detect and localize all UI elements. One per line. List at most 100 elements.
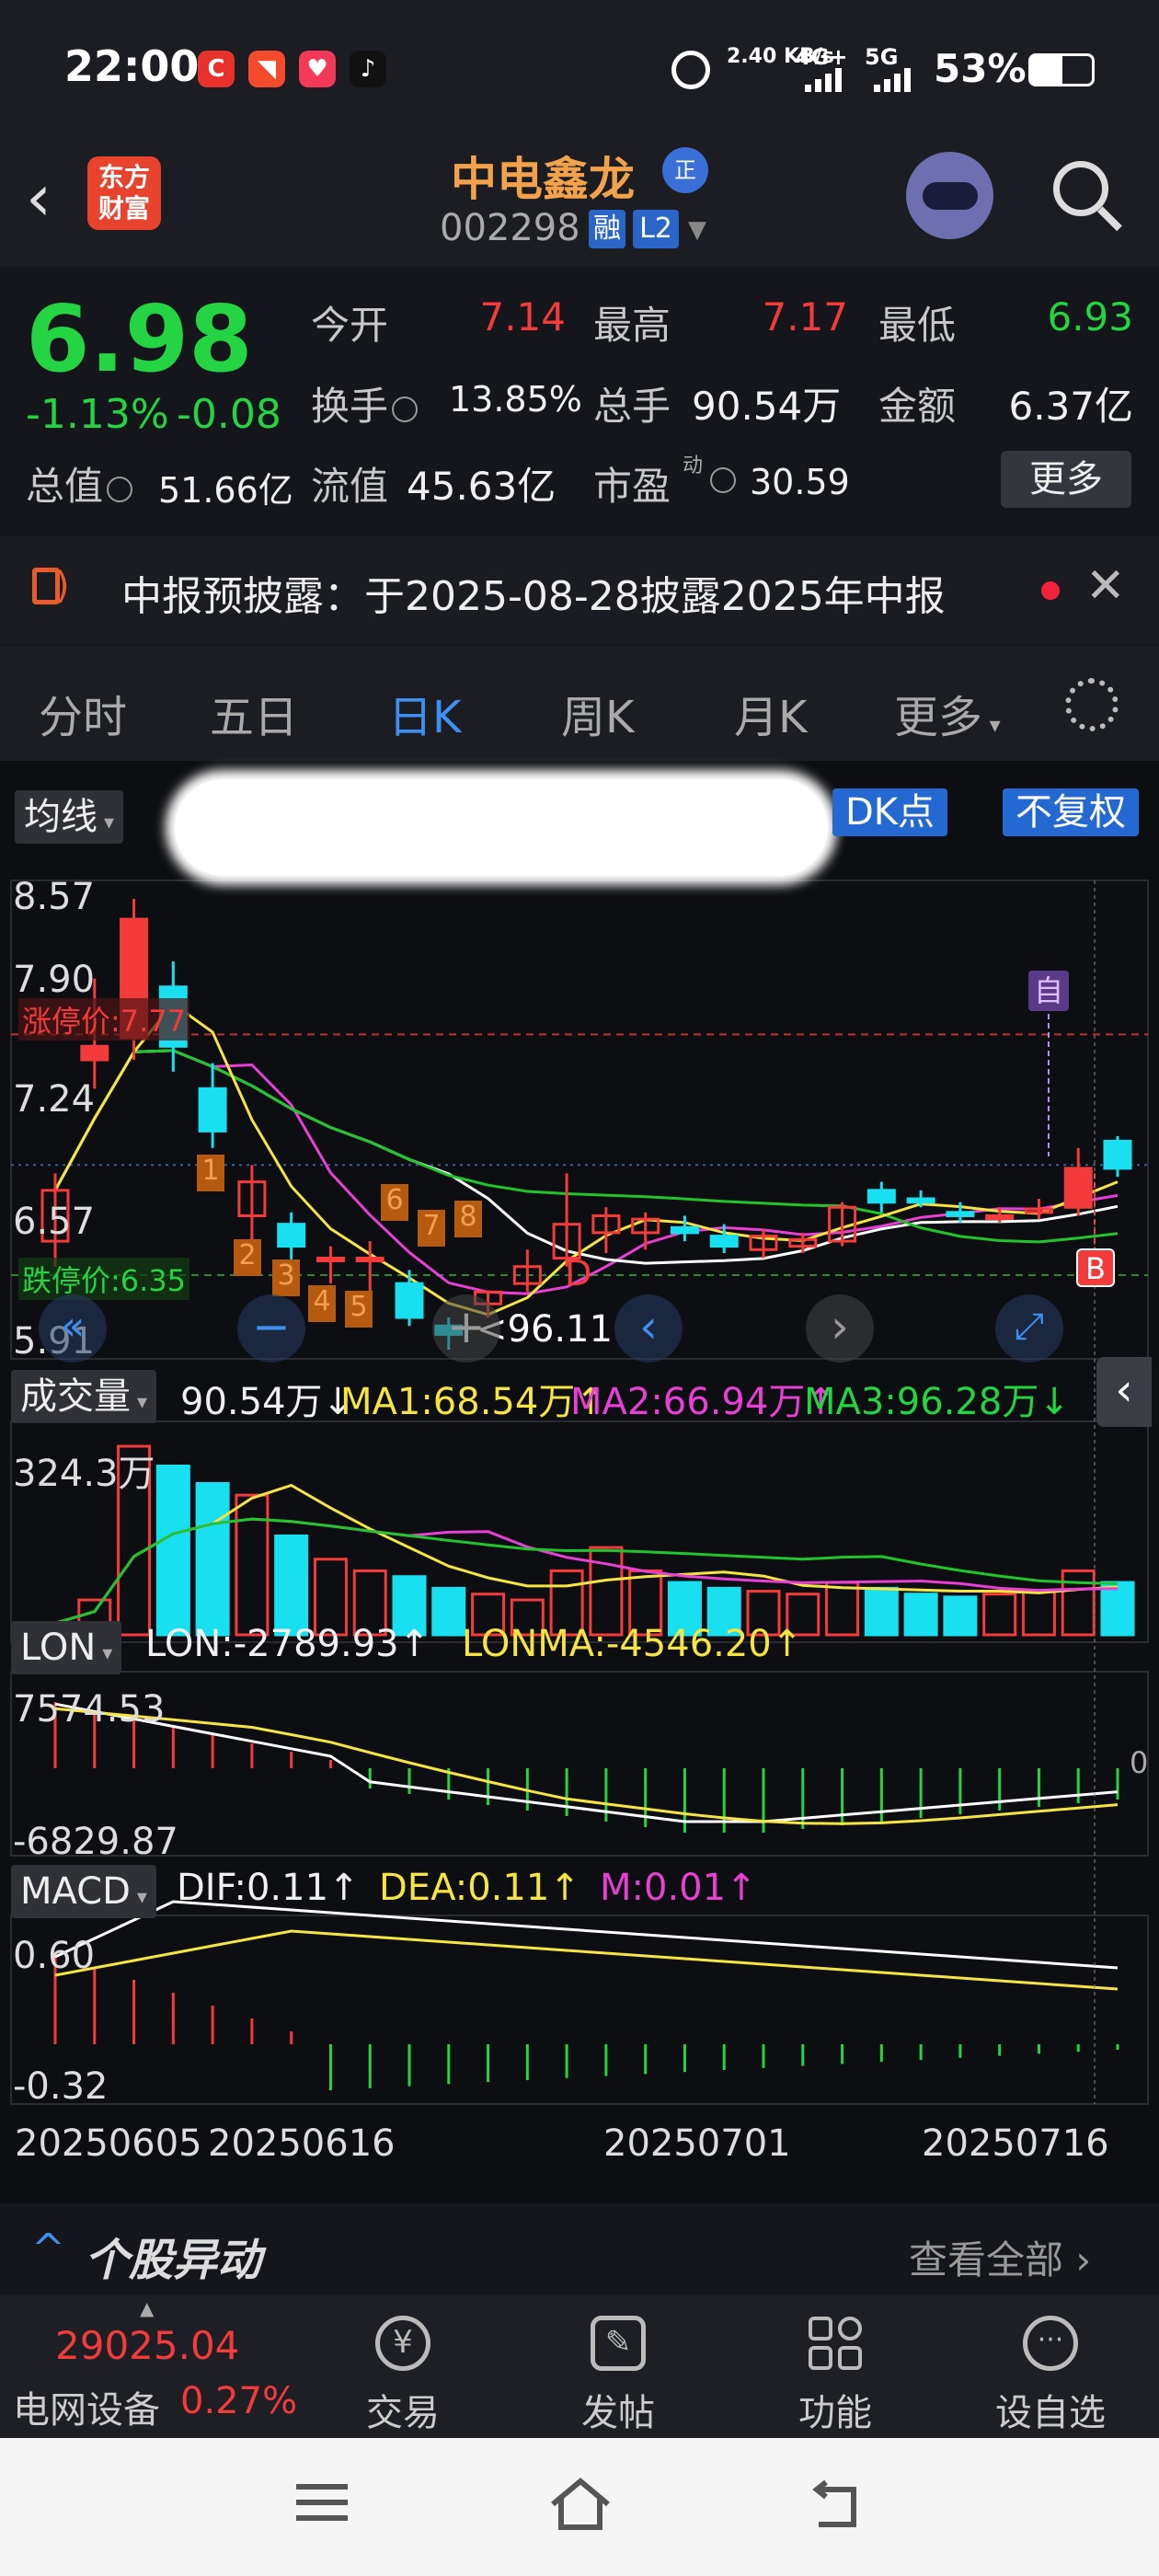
stock-movers-bar[interactable]: ^ 个股异动 查看全部 › xyxy=(0,2203,1159,2295)
home-icon[interactable] xyxy=(548,2477,613,2532)
tab-weekly-k[interactable]: 周K xyxy=(561,681,634,745)
fullscreen-icon[interactable]: ⤢ xyxy=(995,1294,1063,1363)
stock-name: 中电鑫龙 xyxy=(451,153,635,206)
scroll-left-icon[interactable]: ‹ xyxy=(614,1294,683,1363)
tab-monthly-k[interactable]: 月K xyxy=(734,681,807,745)
scroll-left-fast-icon[interactable]: « xyxy=(39,1294,107,1363)
stock-header: ‹ 东方 财富 中电鑫龙 正 002298 融 L2 ▼ xyxy=(0,138,1159,267)
macd-indicator-select[interactable]: MACD ▾ xyxy=(11,1865,156,1918)
volume-bar xyxy=(943,1595,978,1637)
post-icon[interactable]: ✎ xyxy=(591,2316,646,2371)
no-adjust-button[interactable]: 不复权 xyxy=(1003,788,1139,836)
triangle-up-icon: ▲ xyxy=(140,2297,155,2319)
kline-chart[interactable] xyxy=(0,761,1159,2203)
tab-intraday[interactable]: 分时 xyxy=(39,681,127,745)
view-all-link[interactable]: 查看全部 › xyxy=(909,2229,1091,2285)
kline-chart-area[interactable]: 均线 ▾ DK点 不复权 8.57 7.90 7.24 6.57 5.91 涨停… xyxy=(0,761,1159,2203)
candle-body xyxy=(709,1235,739,1248)
candle-body xyxy=(316,1257,345,1263)
back-nav-icon[interactable] xyxy=(808,2478,863,2530)
tab-daily-k[interactable]: 日K xyxy=(388,681,461,745)
volume-value-label: 90.54万↓ xyxy=(180,1381,354,1423)
open-label: 今开 xyxy=(311,303,389,348)
stock-code[interactable]: 002298 xyxy=(440,207,580,249)
candle-body xyxy=(1103,1139,1132,1170)
x-date: 20250605 xyxy=(15,2122,202,2165)
zoom-out-icon[interactable]: − xyxy=(237,1294,305,1363)
zoom-in-icon[interactable]: + xyxy=(432,1294,500,1363)
info-icon xyxy=(392,396,419,422)
vol-ma2-label: MA2:66.94万↑ xyxy=(570,1381,836,1423)
volume-bar xyxy=(195,1481,230,1637)
candle-body xyxy=(906,1197,935,1204)
y-tick: 7.24 xyxy=(13,1078,96,1121)
x-date: 20250616 xyxy=(208,2122,396,2165)
trade-icon[interactable]: ¥ xyxy=(375,2316,430,2371)
back-icon[interactable]: ‹ xyxy=(26,166,52,230)
pe-label: 市盈 xyxy=(593,464,671,509)
volume-value: 90.54万 xyxy=(692,384,842,429)
self-select-marker[interactable]: 自 xyxy=(1028,971,1069,1011)
index-name[interactable]: 电网设备 xyxy=(13,2380,160,2433)
add-watchlist-icon[interactable]: ··· xyxy=(1023,2316,1078,2371)
y-tick: 8.57 xyxy=(13,876,96,918)
index-value[interactable]: 29025.04 xyxy=(55,2323,239,2368)
add-watchlist-button[interactable]: 设自选 xyxy=(986,2383,1115,2436)
low-value: 6.93 xyxy=(1047,294,1133,339)
candle-body xyxy=(355,1257,384,1263)
limit-up-label: 涨停价:7.77 xyxy=(18,998,190,1041)
x-date: 20250716 xyxy=(922,2122,1109,2165)
volume-indicator-select[interactable]: 成交量 ▾ xyxy=(11,1370,157,1423)
count-label: 1 xyxy=(197,1155,224,1191)
count-label: 5 xyxy=(345,1291,373,1328)
ma-select-button[interactable]: 均线 ▾ xyxy=(15,790,124,844)
battery-percent: 53% xyxy=(934,46,1027,91)
menu-icon[interactable] xyxy=(296,2482,348,2523)
lon-line xyxy=(54,1702,1119,1823)
close-icon[interactable]: ✕ xyxy=(1085,558,1126,614)
x-date: 20250701 xyxy=(603,2122,791,2165)
dk-point-button[interactable]: DK点 xyxy=(832,788,948,836)
notice-bar[interactable]: ) 中报预披露：于2025-08-28披露2025年中报 ✕ xyxy=(0,535,1159,644)
y-tick: 6.57 xyxy=(13,1201,96,1243)
turnover-label: 换手 xyxy=(311,375,421,431)
volume-bar xyxy=(903,1593,938,1637)
candle-body xyxy=(80,1044,109,1062)
volume-bar xyxy=(825,1581,860,1637)
tab-more[interactable]: 更多 ▾ xyxy=(894,681,1001,745)
buy-marker[interactable]: B xyxy=(1076,1248,1115,1287)
count-label: 7 xyxy=(418,1210,445,1247)
search-icon-handle xyxy=(1097,206,1122,232)
gear-icon[interactable] xyxy=(1065,678,1119,731)
amount-value: 6.37亿 xyxy=(1008,384,1133,429)
volume-bar xyxy=(589,1546,624,1637)
app-c-icon: C xyxy=(198,51,235,87)
quote-panel: 6.98 -1.13% -0.08 今开 7.14 最高 7.17 最低 6.9… xyxy=(0,267,1159,534)
candle-body xyxy=(277,1223,306,1248)
system-nav-bar xyxy=(0,2438,1159,2576)
dea-line xyxy=(54,1929,1119,1991)
volume-bar xyxy=(864,1586,899,1637)
panel-frame xyxy=(10,1915,1149,2105)
scroll-right-icon[interactable]: › xyxy=(806,1294,874,1363)
post-button[interactable]: 发帖 xyxy=(554,2383,683,2436)
app-heart-icon: ♥ xyxy=(299,51,336,87)
lon-zero-label: 0 xyxy=(1130,1745,1149,1780)
function-grid-icon[interactable] xyxy=(808,2316,863,2371)
change-amount: -0.08 xyxy=(177,391,281,438)
count-label: 8 xyxy=(454,1201,482,1237)
trade-button[interactable]: 交易 xyxy=(339,2383,467,2436)
status-bar: 22:00 C ◥ ♥ ♪ 2.40 KB/s 4G+ 5G 53% xyxy=(0,0,1159,138)
eastmoney-logo[interactable]: 东方 财富 xyxy=(87,156,161,230)
info-icon xyxy=(107,476,133,502)
volume-bar xyxy=(982,1593,1017,1637)
chevron-down-icon[interactable]: ▼ xyxy=(688,216,706,244)
tab-5day[interactable]: 五日 xyxy=(210,681,298,745)
collapse-panel-icon[interactable]: ‹ xyxy=(1096,1357,1152,1427)
lonma-label: LONMA:-4546.20↑ xyxy=(462,1623,803,1665)
volume-y-top: 324.3万 xyxy=(13,1453,155,1495)
dea-label: DEA:0.11↑ xyxy=(379,1867,580,1909)
function-button[interactable]: 功能 xyxy=(771,2383,900,2436)
more-quote-button[interactable]: 更多 xyxy=(1001,451,1131,508)
lon-indicator-select[interactable]: LON ▾ xyxy=(11,1621,122,1674)
